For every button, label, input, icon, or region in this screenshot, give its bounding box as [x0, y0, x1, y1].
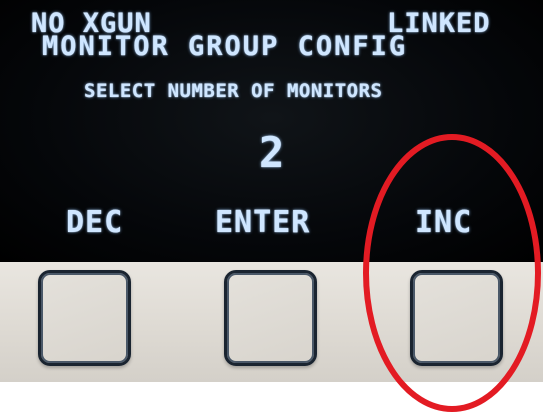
softkey-label-inc: INC	[415, 205, 473, 240]
device-photo: NO XGUN LINKED MONITOR GROUP CONFIG SELE…	[0, 0, 543, 418]
prompt-text: SELECT NUMBER OF MONITORS	[84, 80, 383, 102]
softkey-label-dec: DEC	[66, 205, 124, 240]
softkey-label-enter: ENTER	[215, 205, 311, 240]
dec-button[interactable]	[38, 270, 131, 366]
button-panel	[0, 262, 543, 382]
inc-button[interactable]	[410, 270, 503, 366]
enter-button[interactable]	[224, 270, 317, 366]
screen-title: MONITOR GROUP CONFIG	[42, 31, 408, 62]
lcd-screen: NO XGUN LINKED MONITOR GROUP CONFIG SELE…	[0, 0, 543, 262]
page-background	[0, 382, 543, 418]
monitor-count-value: 2	[259, 128, 286, 177]
